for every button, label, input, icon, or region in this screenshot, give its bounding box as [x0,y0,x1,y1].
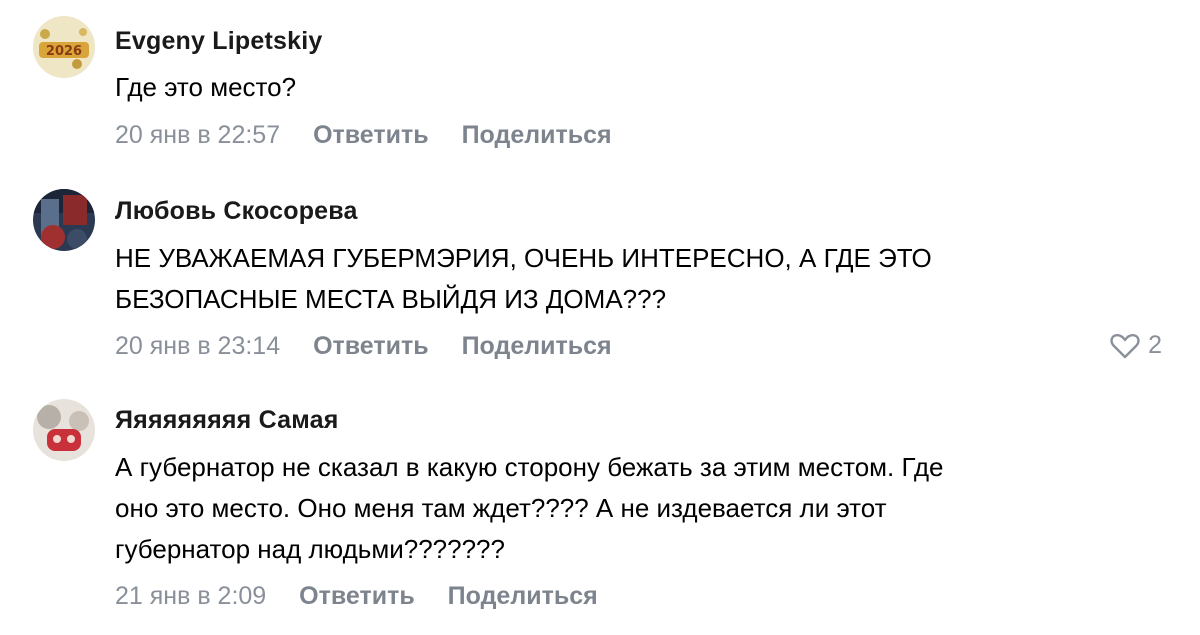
share-button[interactable]: Поделиться [448,582,598,611]
comment-text-line: А губернатор не сказал в какую сторону б… [115,452,944,482]
comment-date[interactable]: 21 янв в 2:09 [115,582,266,611]
avatar[interactable] [33,399,95,461]
share-button[interactable]: Поделиться [462,332,612,361]
avatar-2026-image: 2026 [33,16,95,78]
comment-text: НЕ УВАЖАЕМАЯ ГУБЕРМЭРИЯ, ОЧЕНЬ ИНТЕРЕСНО… [115,238,1145,320]
reply-button[interactable]: Ответить [299,582,415,611]
comment-date[interactable]: 20 янв в 22:57 [115,121,280,150]
comment-text: Где это место? [115,67,1145,108]
comment-text-line: губернатор над людьми??????? [115,534,505,564]
comment-text-line: БЕЗОПАСНЫЕ МЕСТА ВЫЙДЯ ИЗ ДОМА??? [115,284,667,314]
avatar-photo-image [33,189,95,251]
comment-author[interactable]: Яяяяяяяяя Самая [115,406,339,435]
avatar-badge-text: 2026 [46,44,82,59]
comment-meta: 20 янв в 23:14 Ответить Поделиться [115,332,612,361]
reply-button[interactable]: Ответить [313,332,429,361]
comment-text-line: НЕ УВАЖАЕМАЯ ГУБЕРМЭРИЯ, ОЧЕНЬ ИНТЕРЕСНО… [115,243,932,273]
heart-outline-icon [1110,333,1140,358]
share-button[interactable]: Поделиться [462,121,612,150]
comment-author[interactable]: Любовь Скосорева [115,197,358,226]
comment-text-line: Где это место? [115,72,297,102]
reply-button[interactable]: Ответить [313,121,429,150]
comment-text-line: оно это место. Оно меня там ждет???? А н… [115,493,887,523]
comment-author[interactable]: Evgeny Lipetskiy [115,27,322,56]
comment-meta: 21 янв в 2:09 Ответить Поделиться [115,582,598,611]
like-button[interactable]: 2 [1110,331,1162,360]
avatar-photo-image [33,399,95,461]
avatar[interactable] [33,189,95,251]
comment-date[interactable]: 20 янв в 23:14 [115,332,280,361]
comment-meta: 20 янв в 22:57 Ответить Поделиться [115,121,612,150]
avatar[interactable]: 2026 [33,16,95,78]
comment-text: А губернатор не сказал в какую сторону б… [115,447,1145,570]
like-count: 2 [1148,331,1162,359]
